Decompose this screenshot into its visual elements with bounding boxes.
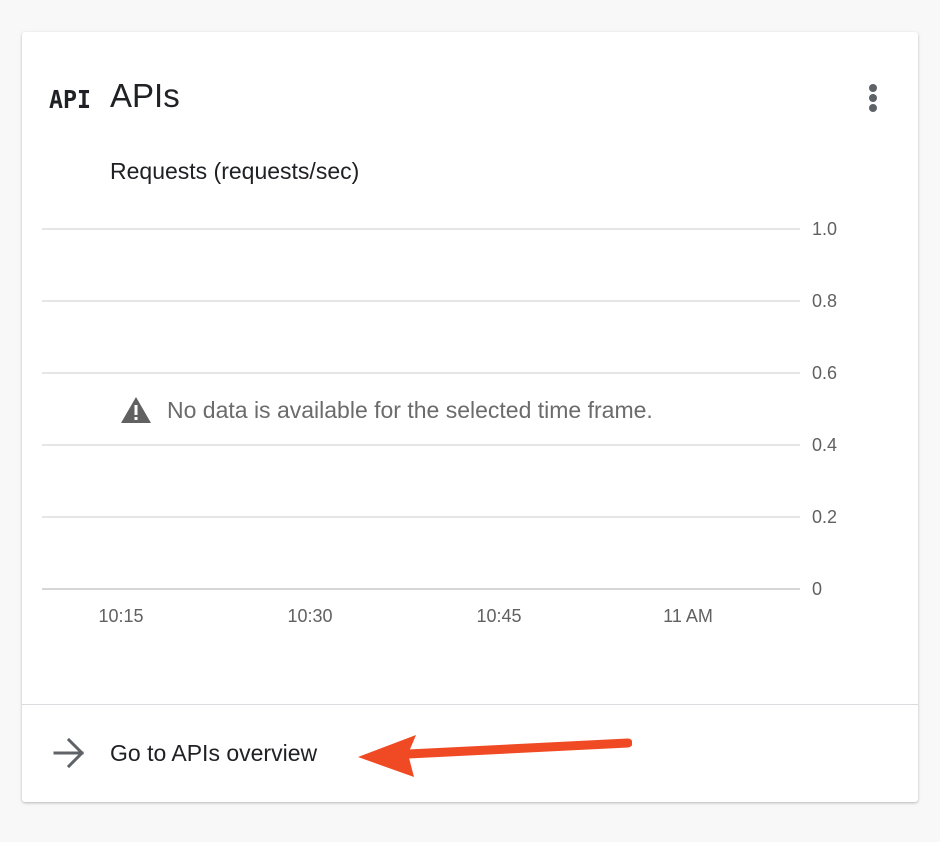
y-tick-label: 0.6	[812, 363, 837, 383]
x-tick-label: 10:15	[98, 606, 143, 626]
annotation-arrow	[358, 735, 632, 777]
arrow-right-icon	[53, 737, 85, 769]
y-tick-label: 0.8	[812, 291, 837, 311]
warning-icon	[121, 397, 151, 423]
no-data-message: No data is available for the selected ti…	[120, 390, 653, 430]
y-tick-label: 0	[812, 579, 822, 599]
x-tick-label: 10:45	[476, 606, 521, 626]
requests-chart: 1.0 0.8 0.6 0.4 0.2 0 10:15 10:30 10:45 11 AM	[42, 219, 837, 626]
y-tick-label: 1.0	[812, 219, 837, 239]
x-tick-label: 11 AM	[663, 606, 713, 626]
y-tick-label: 0.4	[812, 435, 837, 455]
y-tick-label: 0.2	[812, 507, 837, 527]
no-data-text: No data is available for the selected ti…	[167, 396, 653, 423]
apis-card: API APIs Requests (requests/sec) 1.0 0.8 0…	[22, 32, 918, 802]
overview-link-label: Go to APIs overview	[110, 740, 318, 766]
x-tick-label: 10:30	[287, 606, 332, 626]
